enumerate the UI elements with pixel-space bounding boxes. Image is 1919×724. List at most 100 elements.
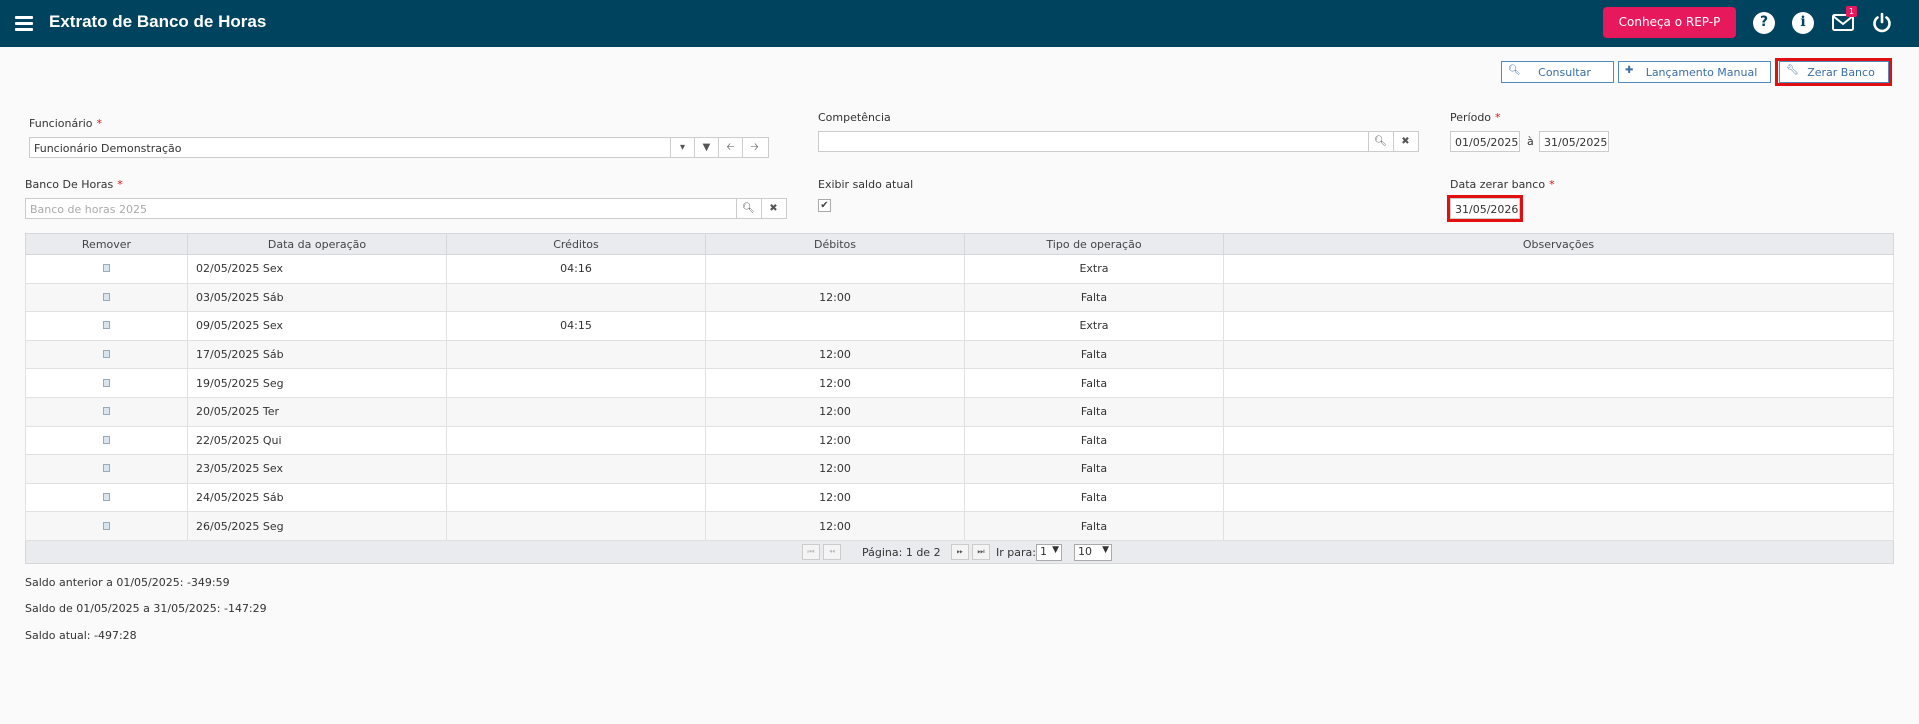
table-row: 03/05/2025 Sáb 12:00 Falta (25, 282, 1894, 313)
date-cell: 19/05/2025 Seg (187, 368, 447, 398)
first-page-icon[interactable]: ⏮︎ (802, 544, 820, 560)
table-row: 17/05/2025 Sáb 12:00 Falta (25, 339, 1894, 370)
type-cell: Falta (964, 511, 1224, 541)
debit-cell (705, 311, 965, 341)
date-cell: 02/05/2025 Sex (187, 254, 447, 284)
debit-cell: 12:00 (705, 396, 965, 427)
table-row: 09/05/2025 Sex 04:15 Extra (25, 311, 1894, 341)
remove-icon[interactable] (103, 378, 110, 387)
remove-icon[interactable] (103, 407, 110, 416)
remove-cell (25, 311, 188, 341)
last-page-icon[interactable]: ⏭︎ (972, 544, 990, 560)
table-row: 22/05/2025 Qui 12:00 Falta (25, 425, 1894, 456)
date-cell: 23/05/2025 Sex (187, 454, 447, 484)
credit-cell (446, 425, 706, 456)
remove-icon[interactable] (103, 350, 110, 359)
saldo-anterior: Saldo anterior a 01/05/2025: -349:59 (25, 576, 230, 589)
periodo-fim-input[interactable]: 31/05/2025 (1539, 131, 1609, 152)
col-observacoes[interactable]: Observações (1223, 233, 1894, 255)
type-cell: Falta (964, 339, 1224, 370)
competencia-input[interactable]: 🔍︎ ✖ (818, 131, 1419, 152)
remove-icon[interactable] (103, 292, 110, 301)
date-cell: 17/05/2025 Sáb (187, 339, 447, 370)
extrato-table: Remover Data da operação Créditos Débito… (25, 233, 1894, 541)
funcionario-select[interactable]: Funcionário Demonstração ▾ ▼ 🡠 🡢 (29, 137, 769, 158)
type-cell: Falta (964, 425, 1224, 456)
goto-label: Ir para: (996, 546, 1036, 559)
credit-cell (446, 454, 706, 484)
obs-cell (1223, 482, 1894, 513)
obs-cell (1223, 311, 1894, 341)
exibir-saldo-label: Exibir saldo atual (818, 178, 914, 191)
goto-page-select[interactable]: 1 ▼ (1036, 544, 1062, 561)
page-title: Extrato de Banco de Horas (49, 12, 267, 31)
date-cell: 09/05/2025 Sex (187, 311, 447, 341)
remove-icon[interactable] (103, 521, 110, 530)
type-cell: Falta (964, 282, 1224, 313)
remove-cell (25, 339, 188, 370)
remove-cell (25, 282, 188, 313)
exibir-saldo-checkbox[interactable]: ✔ (818, 199, 831, 212)
credit-cell (446, 482, 706, 513)
credit-cell (446, 511, 706, 541)
obs-cell (1223, 368, 1894, 398)
remove-icon[interactable] (103, 493, 110, 502)
arrow-right-icon[interactable]: 🡢 (742, 138, 766, 157)
col-tipo[interactable]: Tipo de operação (964, 233, 1224, 255)
periodo-label: Período * (1450, 111, 1501, 124)
debit-cell: 12:00 (705, 511, 965, 541)
col-remover[interactable]: Remover (25, 233, 188, 255)
remove-cell (25, 482, 188, 513)
clear-icon[interactable]: ✖ (761, 199, 785, 218)
chevron-down-icon[interactable]: ▾ (670, 138, 694, 157)
table-row: 23/05/2025 Sex 12:00 Falta (25, 454, 1894, 484)
obs-cell (1223, 425, 1894, 456)
highlight-frame-data (1447, 195, 1523, 222)
debit-cell: 12:00 (705, 425, 965, 456)
search-icon[interactable]: 🔍︎ (1368, 132, 1392, 151)
highlight-frame-zerar (1775, 58, 1892, 86)
table-row: 20/05/2025 Ter 12:00 Falta (25, 396, 1894, 427)
date-cell: 20/05/2025 Ter (187, 396, 447, 427)
type-cell: Falta (964, 454, 1224, 484)
remove-icon[interactable] (103, 464, 110, 473)
obs-cell (1223, 254, 1894, 284)
credit-cell: 04:15 (446, 311, 706, 341)
help-icon[interactable]: ? (1753, 12, 1775, 34)
prev-page-icon[interactable]: ⏪︎ (823, 544, 841, 560)
hamburger-menu-icon[interactable] (15, 16, 33, 31)
funcionario-label: Funcionário * (29, 117, 103, 130)
top-bar: Extrato de Banco de Horas Conheça o REP-… (0, 0, 1919, 47)
date-cell: 03/05/2025 Sáb (187, 282, 447, 313)
conheca-rep-button[interactable]: Conheça o REP-P (1603, 7, 1736, 38)
search-icon[interactable]: 🔍︎ (736, 199, 760, 218)
remove-icon[interactable] (103, 435, 110, 444)
type-cell: Falta (964, 482, 1224, 513)
banco-horas-label: Banco De Horas * (25, 178, 123, 191)
periodo-inicio-input[interactable]: 01/05/2025 (1450, 131, 1520, 152)
lancamento-manual-button[interactable]: ✚ Lançamento Manual (1618, 61, 1771, 83)
info-icon[interactable]: i (1792, 12, 1814, 34)
chevron-down-icon: ▼ (1052, 545, 1059, 555)
remove-icon[interactable] (103, 321, 110, 330)
page-size-select[interactable]: 10 ▼ (1074, 544, 1112, 561)
remove-icon[interactable] (103, 264, 110, 273)
clear-icon[interactable]: ✖ (1393, 132, 1417, 151)
date-cell: 22/05/2025 Qui (187, 425, 447, 456)
remove-cell (25, 396, 188, 427)
consultar-button[interactable]: 🔍︎ Consultar (1501, 61, 1614, 83)
credit-cell (446, 396, 706, 427)
arrow-left-icon[interactable]: 🡠 (718, 138, 742, 157)
filter-icon[interactable]: ▼ (694, 138, 718, 157)
col-creditos[interactable]: Créditos (446, 233, 706, 255)
credit-cell: 04:16 (446, 254, 706, 284)
debit-cell: 12:00 (705, 482, 965, 513)
type-cell: Extra (964, 311, 1224, 341)
power-icon[interactable] (1871, 12, 1893, 34)
next-page-icon[interactable]: ⏩︎ (951, 544, 969, 560)
col-data[interactable]: Data da operação (187, 233, 447, 255)
banco-horas-input[interactable]: Banco de horas 2025 🔍︎ ✖ (25, 198, 787, 219)
mail-icon[interactable]: 1 (1832, 6, 1857, 34)
type-cell: Falta (964, 396, 1224, 427)
col-debitos[interactable]: Débitos (705, 233, 965, 255)
